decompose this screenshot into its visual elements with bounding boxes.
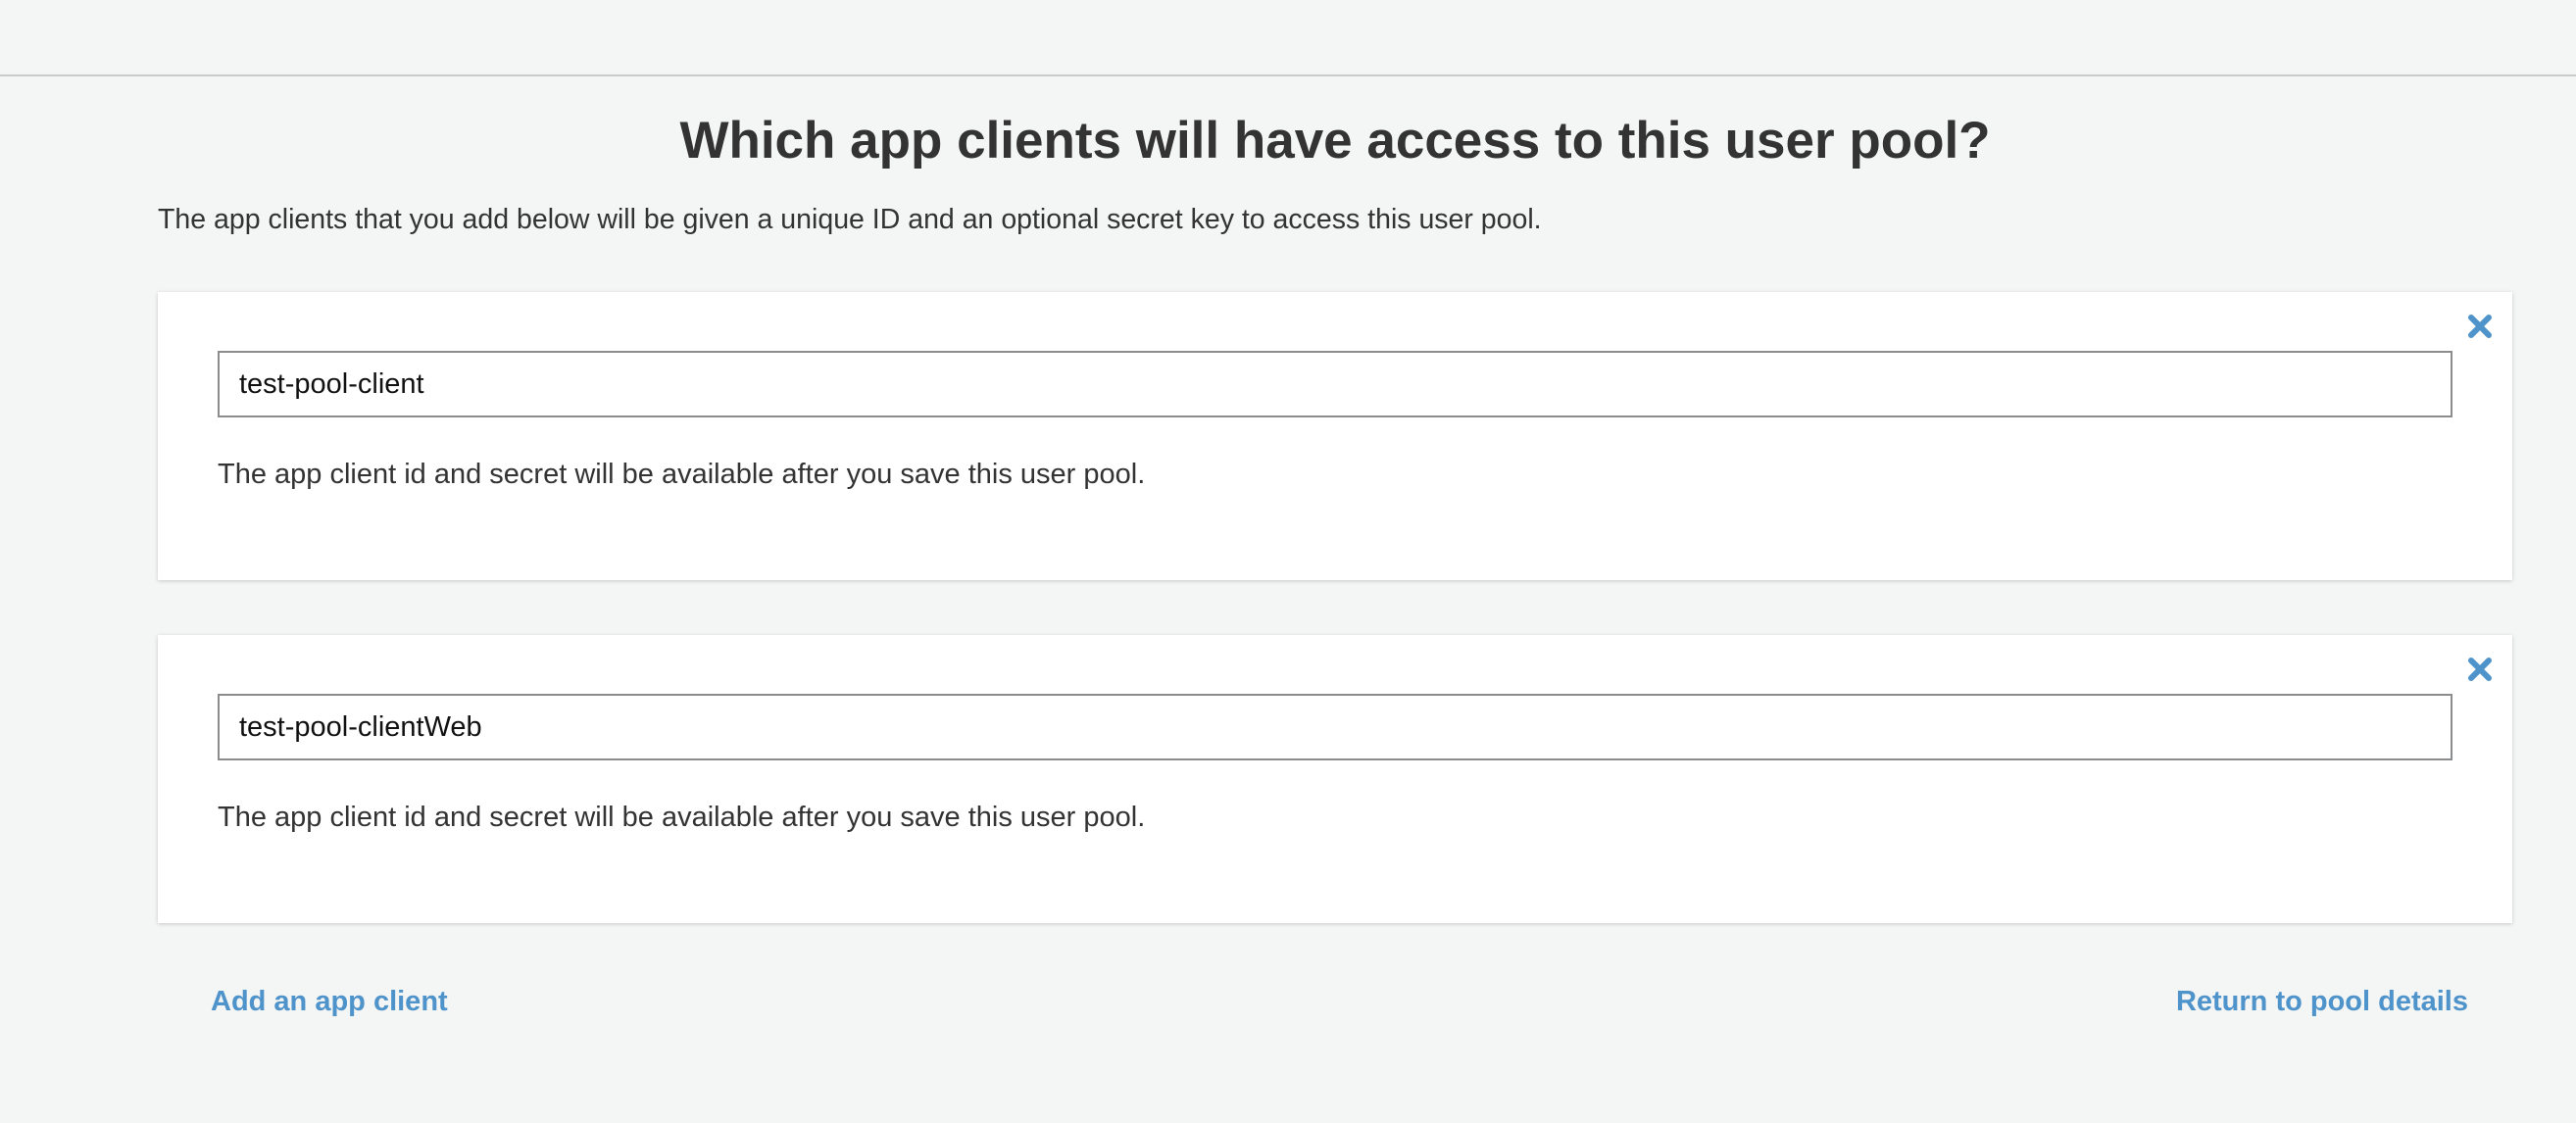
app-client-note: The app client id and secret will be ava… [218, 459, 1146, 490]
app-client-card: The app client id and secret will be ava… [158, 635, 2512, 923]
add-app-client-link[interactable]: Add an app client [211, 982, 448, 1021]
return-to-pool-details-link[interactable]: Return to pool details [2176, 982, 2468, 1021]
close-x-icon [2468, 658, 2492, 681]
app-client-card: The app client id and secret will be ava… [158, 292, 2512, 580]
app-client-name-input[interactable] [218, 351, 2452, 417]
header-divider [0, 74, 2576, 76]
page-title: Which app clients will have access to th… [679, 112, 1991, 170]
remove-app-client-button[interactable] [2465, 655, 2495, 684]
page-description: The app clients that you add below will … [158, 204, 1542, 235]
close-x-icon [2468, 315, 2492, 338]
app-client-name-input[interactable] [218, 694, 2452, 760]
remove-app-client-button[interactable] [2465, 312, 2495, 341]
app-client-note: The app client id and secret will be ava… [218, 802, 1146, 833]
